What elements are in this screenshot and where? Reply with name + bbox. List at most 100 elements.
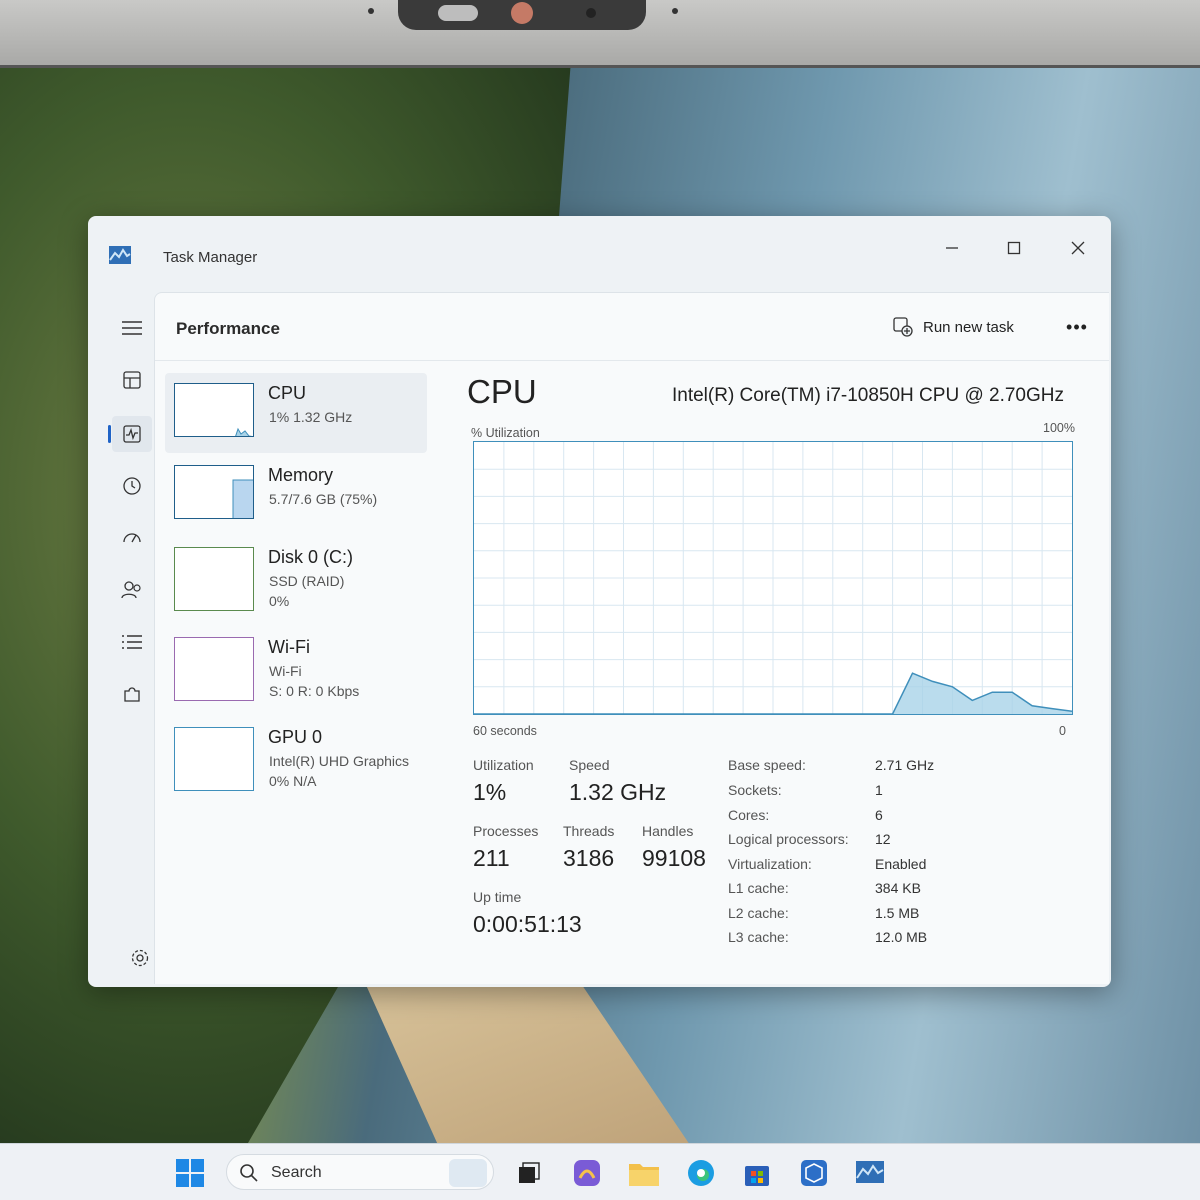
resource-item-cpu[interactable]: CPU 1% 1.32 GHz [165,373,427,453]
resource-list: CPU 1% 1.32 GHz Memory 5.7/7.6 GB (75%) … [161,373,431,793]
spec-key: L1 cache: [728,880,789,896]
file-explorer-button[interactable] [627,1156,661,1190]
spec-value: 2.71 GHz [875,757,935,773]
processes-icon [123,371,141,389]
resource-item-memory[interactable]: Memory 5.7/7.6 GB (75%) [165,455,427,535]
webcam [398,0,646,30]
title-bar[interactable]: Task Manager [88,216,1111,294]
nav-app-history[interactable] [112,468,152,504]
wifi-thumbnail-graph [174,637,254,701]
spec-key: Sockets: [728,782,782,798]
folder-icon [629,1164,659,1186]
camera-sensor [586,8,596,18]
close-icon [1071,241,1085,255]
search-label: Search [271,1164,322,1181]
task-manager-icon [856,1161,884,1183]
maximize-icon [1007,241,1021,255]
cpu-thumbnail-graph [174,383,254,437]
task-manager-taskbar-button[interactable] [853,1156,887,1190]
laptop-bezel [0,0,1200,68]
more-options-button[interactable]: ••• [1060,311,1094,343]
resource-detail-2: 0% [269,593,290,609]
store-button[interactable] [740,1156,774,1190]
page-header: Performance Run new task ••• [155,293,1109,361]
hyper-v-app-button[interactable] [797,1156,831,1190]
hamburger-icon [122,321,142,335]
processes-value: 211 [473,845,510,871]
resource-name: Wi-Fi [268,637,310,657]
resource-name: Memory [268,465,334,485]
task-view-icon [519,1162,540,1183]
wallpaper-beach [366,985,690,1145]
maximize-button[interactable] [994,230,1034,266]
spec-value: 12.0 MB [875,929,928,945]
task-manager-app-icon [109,246,131,264]
cpu-graph-svg [474,442,1072,714]
window-title: Task Manager [163,249,258,266]
edge-browser-button[interactable] [684,1156,718,1190]
details-list-icon [122,635,142,649]
nav-performance[interactable] [108,416,152,452]
nav-details[interactable] [112,624,152,660]
spec-key: L3 cache: [728,929,789,945]
taskbar-search-box[interactable]: Search [226,1154,494,1190]
uptime-label: Up time [473,889,522,905]
performance-icon [123,425,141,443]
navigation-rail [108,294,158,984]
resource-name: GPU 0 [268,727,323,747]
task-view-button[interactable] [512,1156,546,1190]
settings-button[interactable] [126,944,154,972]
search-icon [240,1164,258,1182]
spec-key: L2 cache: [728,905,789,921]
resource-detail: 1% 1.32 GHz [269,409,353,425]
nav-services[interactable] [112,676,152,712]
taskbar: Search [0,1143,1200,1200]
search-highlight-image [449,1159,487,1187]
run-task-icon [893,317,913,337]
start-button[interactable] [173,1156,207,1190]
nav-startup-apps[interactable] [112,520,152,556]
cpu-detail-panel: CPU Intel(R) Core(TM) i7-10850H CPU @ 2.… [455,369,1095,969]
nav-users[interactable] [112,572,152,608]
close-button[interactable] [1058,230,1098,266]
bezel-dot [368,8,374,14]
graph-label-zero: 0 [1059,724,1066,738]
handles-label: Handles [642,823,694,839]
services-puzzle-icon [124,687,140,702]
resource-detail: SSD (RAID) [269,573,345,589]
content-area: Performance Run new task ••• CPU 1% 1.32… [154,292,1109,984]
spec-value: Enabled [875,856,927,872]
resource-item-gpu[interactable]: GPU 0 Intel(R) UHD Graphics 0% N/A [165,717,427,797]
spec-value: 1 [875,782,883,798]
resource-item-disk[interactable]: Disk 0 (C:) SSD (RAID) 0% [165,537,427,617]
resource-detail: Intel(R) UHD Graphics [269,753,410,769]
gear-icon [131,949,149,967]
disk-thumbnail-graph [174,547,254,611]
copilot-icon [574,1160,600,1186]
spec-value: 384 KB [875,880,921,896]
copilot-app-button[interactable] [570,1156,604,1190]
nav-processes[interactable] [112,362,152,398]
graph-label-utilization: % Utilization [471,426,540,440]
resource-detail-2: S: 0 R: 0 Kbps [269,683,360,699]
resource-name: CPU [268,383,307,403]
page-title: Performance [176,319,280,338]
run-new-task-label: Run new task [923,318,1014,336]
store-icon [745,1166,769,1186]
bezel-dot [672,8,678,14]
minimize-button[interactable] [932,230,972,266]
utilization-label: Utilization [473,757,534,773]
cpu-model-name: Intel(R) Core(TM) i7-10850H CPU @ 2.70GH… [671,385,1064,406]
windows-logo-icon [176,1159,204,1187]
resource-detail: 5.7/7.6 GB (75%) [269,491,378,507]
cube-app-icon [801,1160,827,1186]
resource-detail-2: 0% N/A [269,773,317,789]
cpu-utilization-graph [473,441,1073,715]
hamburger-menu-button[interactable] [112,310,152,346]
graph-label-max: 100% [1043,421,1075,435]
threads-label: Threads [563,823,615,839]
memory-thumbnail-graph [174,465,254,519]
graph-label-time-span: 60 seconds [473,724,537,738]
run-new-task-button[interactable]: Run new task [893,311,1014,343]
resource-item-wifi[interactable]: Wi-Fi Wi-Fi S: 0 R: 0 Kbps [165,627,427,707]
